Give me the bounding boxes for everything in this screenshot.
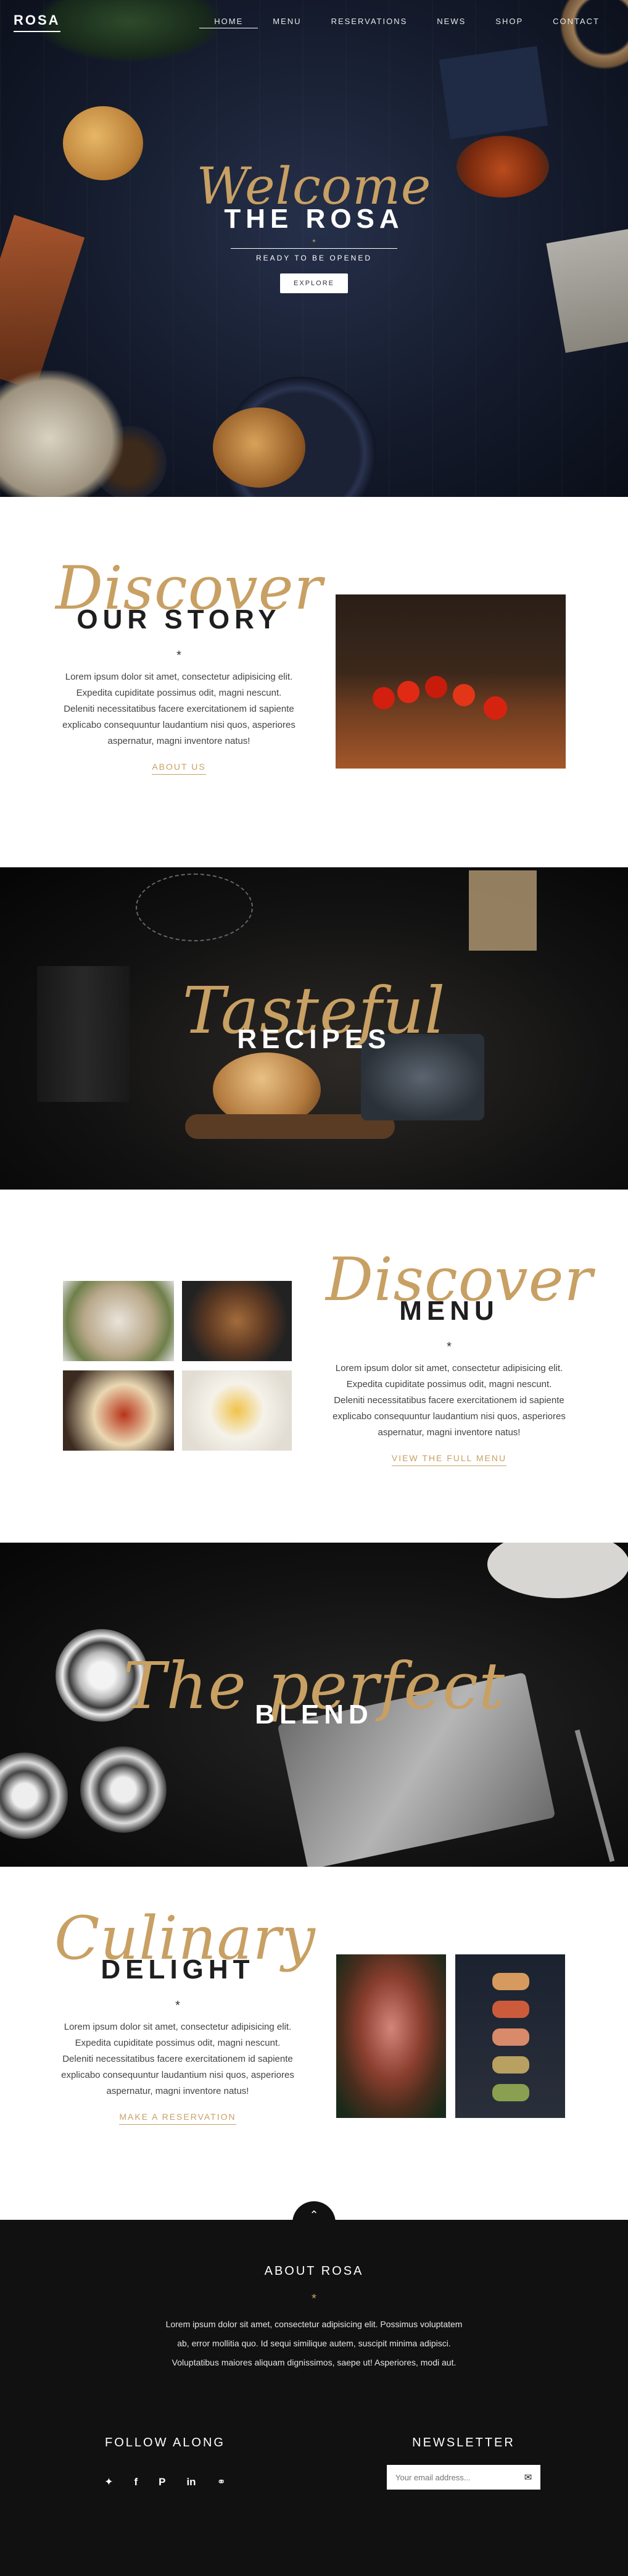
about-body: Lorem ipsum dolor sit amet, consectetur … — [165, 2319, 463, 2367]
facebook-icon[interactable]: f — [134, 2476, 138, 2488]
plate-image — [487, 1543, 628, 1598]
footer: ⌃ ABOUT ROSA * Lorem ipsum dolor sit ame… — [0, 2201, 628, 2576]
newsletter-email-input[interactable] — [387, 2465, 516, 2490]
fur-image — [0, 370, 123, 497]
tomato-skewers-image — [336, 594, 566, 769]
nav-item-contact[interactable]: CONTACT — [538, 17, 614, 28]
story-title: OUR STORY — [76, 604, 281, 635]
parchment-image — [469, 870, 537, 951]
about-us-link[interactable]: ABOUT US — [152, 762, 206, 775]
linkedin-icon[interactable]: in — [186, 2476, 196, 2488]
star-icon: * — [175, 1999, 180, 2012]
explore-button[interactable]: EXPLORE — [280, 273, 348, 293]
nav-item-menu[interactable]: MENU — [258, 17, 316, 28]
menu-dish-image-3 — [63, 1370, 174, 1451]
culinary-section: Culinary DELIGHT * Lorem ipsum dolor sit… — [0, 1867, 628, 2220]
fork-image — [574, 1729, 615, 1862]
cookie-crinkle-image-2 — [80, 1746, 167, 1833]
blend-banner: The perfect BLEND — [0, 1543, 628, 1867]
menu-section: Discover MENU * Lorem ipsum dolor sit am… — [0, 1190, 628, 1543]
hero-heading: Welcome THE ROSA * READY TO BE OPENED EX… — [0, 162, 628, 293]
divider — [231, 248, 397, 249]
recipes-title: RECIPES — [237, 1024, 391, 1054]
blend-title: BLEND — [255, 1699, 373, 1730]
follow-block: FOLLOW ALONG ✦ f P in ⚭ — [80, 2436, 250, 2488]
make-reservation-link[interactable]: MAKE A RESERVATION — [119, 2112, 236, 2125]
recipes-banner: Tasteful RECIPES — [0, 867, 628, 1190]
culinary-body: Lorem ipsum dolor sit amet, consectetur … — [61, 2022, 294, 2096]
napkin-image — [439, 46, 548, 140]
twitter-icon[interactable]: ✦ — [104, 2476, 113, 2488]
story-section: Discover OUR STORY * Lorem ipsum dolor s… — [0, 497, 628, 867]
send-envelope-icon[interactable]: ✉ — [516, 2472, 540, 2483]
nav-item-shop[interactable]: SHOP — [481, 17, 538, 28]
menu-body: Lorem ipsum dolor sit amet, consectetur … — [333, 1363, 566, 1438]
newsletter-title: NEWSLETTER — [412, 2436, 515, 2449]
star-icon: * — [447, 1340, 452, 1354]
chevron-up-icon: ⌃ — [309, 2209, 319, 2221]
star-icon: * — [312, 237, 316, 247]
hero-tagline: READY TO BE OPENED — [255, 254, 373, 262]
pinterest-icon[interactable]: P — [159, 2476, 165, 2488]
social-links: ✦ f P in ⚭ — [80, 2476, 250, 2488]
blend-heading: The perfect BLEND — [0, 1654, 628, 1730]
logo[interactable]: ROSA — [14, 12, 60, 32]
menu-dish-image-4 — [182, 1370, 292, 1451]
story-body: Lorem ipsum dolor sit amet, consectetur … — [62, 672, 295, 746]
star-icon: * — [312, 2292, 316, 2306]
charcuterie-image — [336, 1954, 446, 2118]
star-icon: * — [176, 649, 181, 662]
menu-text: Discover MENU * Lorem ipsum dolor sit am… — [326, 1250, 592, 1466]
whisk-image — [136, 873, 253, 941]
about-block: ABOUT ROSA * Lorem ipsum dolor sit amet,… — [0, 2264, 628, 2372]
nav-item-reservations[interactable]: RESERVATIONS — [316, 17, 423, 28]
menu-dish-image-1 — [63, 1281, 174, 1361]
cookie-stack-image — [213, 407, 305, 488]
follow-title: FOLLOW ALONG — [105, 2436, 225, 2449]
tripadvisor-icon[interactable]: ⚭ — [217, 2476, 226, 2488]
about-title: ABOUT ROSA — [264, 2264, 364, 2278]
hero-section: ROSA HOME MENU RESERVATIONS NEWS SHOP CO… — [0, 0, 628, 497]
scroll-top-button[interactable]: ⌃ — [292, 2201, 336, 2245]
culinary-text: Culinary DELIGHT * Lorem ipsum dolor sit… — [54, 1909, 315, 2125]
main-nav: ROSA HOME MENU RESERVATIONS NEWS SHOP CO… — [0, 0, 628, 44]
cookie-crinkle-image-3 — [0, 1753, 68, 1839]
view-full-menu-link[interactable]: VIEW THE FULL MENU — [391, 1453, 507, 1466]
menu-dish-image-2 — [182, 1281, 292, 1361]
nav-menu: HOME MENU RESERVATIONS NEWS SHOP CONTACT — [199, 17, 614, 28]
newsletter-block: NEWSLETTER — [387, 2436, 540, 2450]
nav-item-home[interactable]: HOME — [199, 17, 258, 28]
bruschetta-image — [455, 1954, 565, 2118]
recipes-heading: Tasteful RECIPES — [0, 978, 628, 1055]
newsletter-form: ✉ — [387, 2465, 540, 2490]
nav-item-news[interactable]: NEWS — [422, 17, 481, 28]
story-text: Discover OUR STORY * Lorem ipsum dolor s… — [56, 559, 322, 775]
hero-title: THE ROSA — [224, 204, 404, 234]
